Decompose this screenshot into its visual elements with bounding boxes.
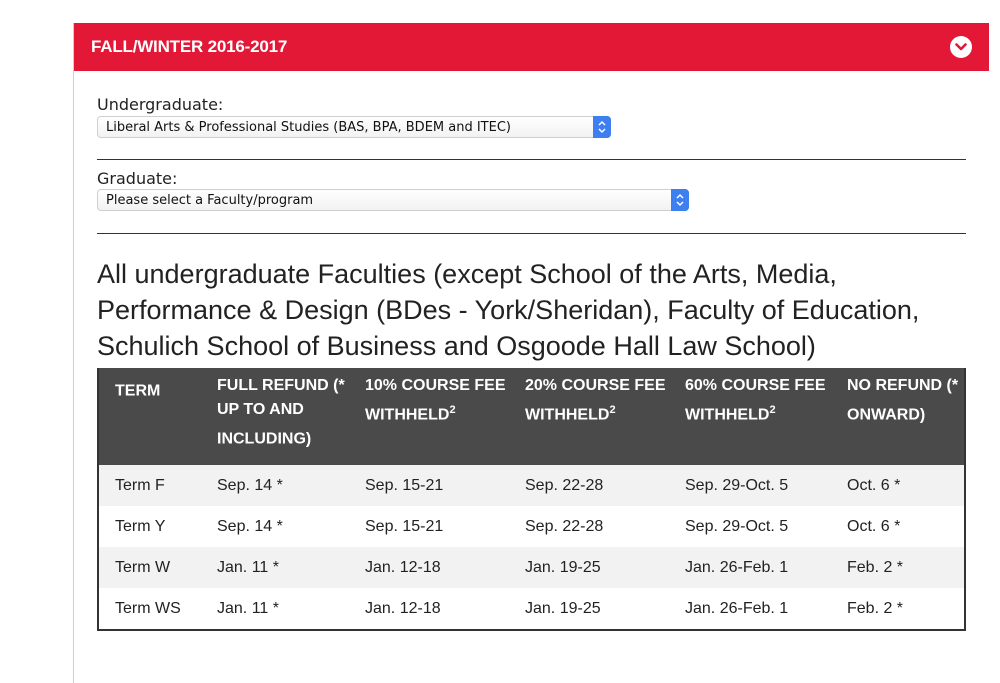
- fee-schedule-panel: FALL/WINTER 2016-2017 Undergraduate: Lib…: [73, 23, 989, 683]
- graduate-select-value: Please select a Faculty/program: [106, 192, 314, 208]
- undergraduate-select[interactable]: Liberal Arts & Professional Studies (BAS…: [97, 116, 611, 138]
- graduate-label: Graduate:: [97, 169, 178, 188]
- table-cell: Jan. 19-25: [509, 547, 669, 588]
- column-header: 20% COURSE FEE WITHHELD2: [509, 368, 669, 465]
- graduate-select[interactable]: Please select a Faculty/program: [97, 189, 689, 211]
- table-cell: Feb. 2 *: [831, 588, 964, 629]
- column-header: FULL REFUND (* UP TO AND INCLUDING): [201, 368, 349, 465]
- table-cell: Oct. 6 *: [831, 506, 964, 547]
- table-cell: Sep. 15-21: [349, 465, 509, 506]
- table-header-row: TERM FULL REFUND (* UP TO AND INCLUDING)…: [99, 368, 964, 465]
- column-header: 10% COURSE FEE WITHHELD2: [349, 368, 509, 465]
- table-cell: Oct. 6 *: [831, 465, 964, 506]
- table-row: Term F Sep. 14 * Sep. 15-21 Sep. 22-28 S…: [99, 465, 964, 506]
- table-cell: Jan. 12-18: [349, 547, 509, 588]
- table-cell: Jan. 12-18: [349, 588, 509, 629]
- divider: [97, 159, 966, 160]
- table-cell: Jan. 11 *: [201, 588, 349, 629]
- table-cell: Sep. 29-Oct. 5: [669, 465, 831, 506]
- table-row: Term W Jan. 11 * Jan. 12-18 Jan. 19-25 J…: [99, 547, 964, 588]
- table-cell: Sep. 22-28: [509, 465, 669, 506]
- table-cell: Sep. 22-28: [509, 506, 669, 547]
- column-header: 60% COURSE FEE WITHHELD2: [669, 368, 831, 465]
- table-cell: Sep. 14 *: [201, 506, 349, 547]
- table-cell: Jan. 26-Feb. 1: [669, 547, 831, 588]
- column-header: NO REFUND (* ONWARD): [831, 368, 964, 465]
- divider: [97, 233, 966, 234]
- table-cell: Jan. 26-Feb. 1: [669, 588, 831, 629]
- select-arrows-icon: [593, 116, 611, 138]
- table-cell: Sep. 15-21: [349, 506, 509, 547]
- select-arrows-icon: [671, 189, 689, 211]
- column-header: TERM: [99, 368, 201, 465]
- accordion-title: FALL/WINTER 2016-2017: [91, 37, 288, 56]
- table-cell: Term WS: [99, 588, 201, 629]
- table-cell: Jan. 11 *: [201, 547, 349, 588]
- undergraduate-label: Undergraduate:: [97, 95, 224, 114]
- chevron-down-icon[interactable]: [950, 36, 972, 58]
- section-heading: All undergraduate Faculties (except Scho…: [97, 259, 920, 361]
- table-cell: Term Y: [99, 506, 201, 547]
- table-cell: Jan. 19-25: [509, 588, 669, 629]
- table-cell: Sep. 29-Oct. 5: [669, 506, 831, 547]
- table-cell: Term F: [99, 465, 201, 506]
- undergraduate-select-value: Liberal Arts & Professional Studies (BAS…: [106, 119, 511, 135]
- table-cell: Term W: [99, 547, 201, 588]
- refund-table: TERM FULL REFUND (* UP TO AND INCLUDING)…: [97, 368, 966, 631]
- table-row: Term Y Sep. 14 * Sep. 15-21 Sep. 22-28 S…: [99, 506, 964, 547]
- table-cell: Sep. 14 *: [201, 465, 349, 506]
- table-cell: Feb. 2 *: [831, 547, 964, 588]
- table-row: Term WS Jan. 11 * Jan. 12-18 Jan. 19-25 …: [99, 588, 964, 629]
- accordion-header[interactable]: FALL/WINTER 2016-2017: [74, 23, 989, 71]
